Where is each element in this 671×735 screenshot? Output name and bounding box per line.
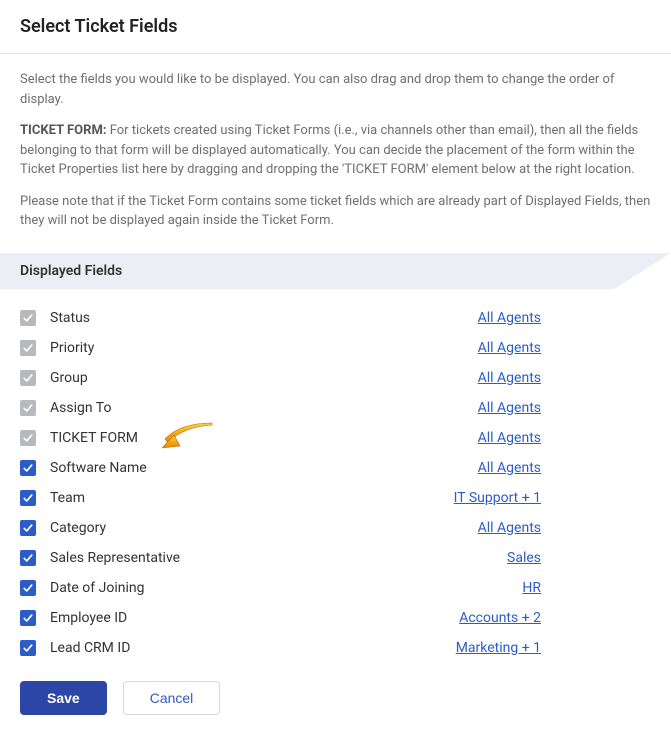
field-label: Employee ID bbox=[50, 610, 127, 626]
section-title: Displayed Fields bbox=[20, 263, 122, 279]
displayed-fields-section-header: Displayed Fields bbox=[0, 253, 671, 289]
field-row[interactable]: Employee ID Accounts + 2 bbox=[20, 603, 651, 633]
intro-paragraph-1: Select the fields you would like to be d… bbox=[20, 70, 651, 109]
field-assignee-link[interactable]: All Agents bbox=[478, 400, 541, 416]
field-assignee-link[interactable]: All Agents bbox=[478, 520, 541, 536]
dialog-header: Select Ticket Fields bbox=[0, 0, 671, 54]
dialog-title: Select Ticket Fields bbox=[20, 16, 651, 37]
field-assignee-link[interactable]: All Agents bbox=[478, 340, 541, 356]
field-label: Team bbox=[50, 490, 85, 506]
field-label: Date of Joining bbox=[50, 580, 144, 596]
arrow-annotation-icon bbox=[162, 421, 218, 451]
field-assignee-link[interactable]: Marketing + 1 bbox=[456, 640, 541, 656]
field-row[interactable]: Software Name All Agents bbox=[20, 453, 651, 483]
field-row[interactable]: Sales Representative Sales bbox=[20, 543, 651, 573]
field-row[interactable]: Group All Agents bbox=[20, 363, 651, 393]
field-assignee-link[interactable]: All Agents bbox=[478, 430, 541, 446]
field-label: Group bbox=[50, 370, 88, 386]
checkbox-locked-icon bbox=[20, 370, 36, 386]
field-label: Category bbox=[50, 520, 106, 536]
field-assignee-link[interactable]: All Agents bbox=[478, 310, 541, 326]
intro-paragraph-3: Please note that if the Ticket Form cont… bbox=[20, 192, 651, 231]
field-list: Status All Agents Priority All Agents Group A… bbox=[0, 289, 671, 669]
checkbox-checked-icon[interactable] bbox=[20, 490, 36, 506]
intro-paragraph-2: TICKET FORM: For tickets created using T… bbox=[20, 121, 651, 180]
checkbox-locked-icon bbox=[20, 340, 36, 356]
field-assignee-link[interactable]: All Agents bbox=[478, 460, 541, 476]
field-assignee-link[interactable]: IT Support + 1 bbox=[454, 490, 541, 506]
checkbox-checked-icon[interactable] bbox=[20, 520, 36, 536]
checkbox-checked-icon[interactable] bbox=[20, 550, 36, 566]
save-button[interactable]: Save bbox=[20, 681, 107, 715]
ticket-form-desc: For tickets created using Ticket Forms (… bbox=[20, 123, 638, 177]
checkbox-checked-icon[interactable] bbox=[20, 640, 36, 656]
field-label: Priority bbox=[50, 340, 94, 356]
checkbox-checked-icon[interactable] bbox=[20, 460, 36, 476]
checkbox-checked-icon[interactable] bbox=[20, 580, 36, 596]
field-label: Sales Representative bbox=[50, 550, 180, 566]
checkbox-locked-icon bbox=[20, 430, 36, 446]
field-row[interactable]: Assign To All Agents bbox=[20, 393, 651, 423]
field-row[interactable]: Date of Joining HR bbox=[20, 573, 651, 603]
field-assignee-link[interactable]: Accounts + 2 bbox=[459, 610, 541, 626]
field-label: Software Name bbox=[50, 460, 147, 476]
dialog-actions: Save Cancel bbox=[0, 669, 671, 735]
field-assignee-link[interactable]: All Agents bbox=[478, 370, 541, 386]
field-row[interactable]: Status All Agents bbox=[20, 303, 651, 333]
cancel-button[interactable]: Cancel bbox=[123, 681, 221, 715]
intro-text: Select the fields you would like to be d… bbox=[0, 54, 671, 253]
field-assignee-link[interactable]: Sales bbox=[507, 550, 541, 566]
field-row[interactable]: TICKET FORM All Agents bbox=[20, 423, 651, 453]
field-label: Lead CRM ID bbox=[50, 640, 130, 656]
checkbox-locked-icon bbox=[20, 400, 36, 416]
field-row[interactable]: Priority All Agents bbox=[20, 333, 651, 363]
field-label: Status bbox=[50, 310, 90, 326]
field-label: Assign To bbox=[50, 400, 111, 416]
field-assignee-link[interactable]: HR bbox=[522, 580, 541, 596]
checkbox-locked-icon bbox=[20, 310, 36, 326]
checkbox-checked-icon[interactable] bbox=[20, 610, 36, 626]
field-row[interactable]: Team IT Support + 1 bbox=[20, 483, 651, 513]
ticket-form-label: TICKET FORM: bbox=[20, 123, 106, 138]
field-label: TICKET FORM bbox=[50, 430, 138, 446]
field-row[interactable]: Category All Agents bbox=[20, 513, 651, 543]
field-row[interactable]: Lead CRM ID Marketing + 1 bbox=[20, 633, 651, 663]
